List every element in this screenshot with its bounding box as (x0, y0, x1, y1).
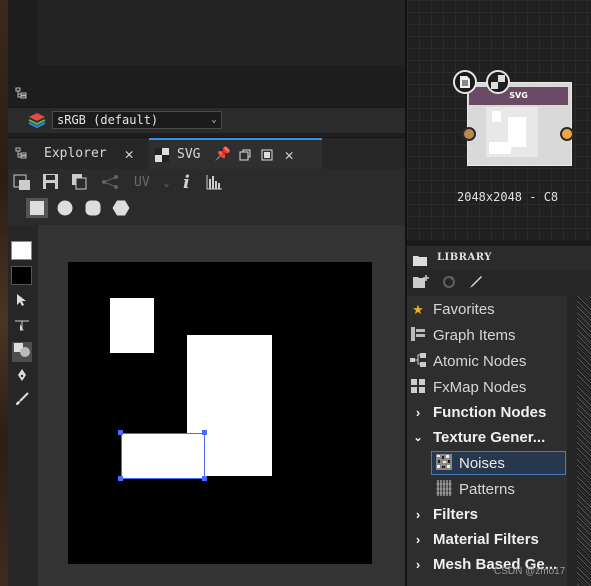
rounded-rect-tool-button[interactable] (82, 198, 104, 218)
pen-tool-icon[interactable] (12, 368, 32, 388)
foreground-color-swatch[interactable] (11, 241, 32, 260)
refresh-icon[interactable] (442, 275, 456, 293)
library-item-fxmap-nodes[interactable]: FxMap Nodes (408, 375, 526, 400)
explorer-content (38, 0, 405, 65)
star-icon: ★ (412, 301, 424, 317)
library-item-label: Filters (433, 506, 479, 523)
brush-tool-icon[interactable] (12, 392, 32, 412)
tab-svg-label: SVG (177, 147, 201, 162)
square-icon (30, 201, 44, 215)
uv-label: UV (134, 175, 150, 190)
library-item-label: Noises (459, 455, 505, 472)
select-arrow-icon[interactable] (12, 293, 32, 313)
library-item-label: Favorites (433, 301, 495, 318)
tab-explorer[interactable]: Explorer ✕ (36, 138, 148, 169)
atomic-nodes-icon (408, 353, 428, 370)
rectangle-tool-button[interactable] (26, 198, 48, 218)
library-item-favorites[interactable]: ★ Favorites (408, 297, 495, 322)
checker-icon (155, 147, 169, 162)
hexagon-icon (112, 200, 130, 216)
library-toolbar (407, 270, 591, 296)
svg-node-thumbnail (486, 107, 538, 157)
close-icon[interactable]: ✕ (285, 146, 294, 164)
library-item-material-filters[interactable]: › Material Filters (408, 527, 539, 552)
chevron-down-icon: ⌄ (163, 178, 170, 189)
library-item-label: FxMap Nodes (433, 379, 527, 396)
edit-pencil-icon[interactable] (469, 275, 483, 293)
tab-svg[interactable]: SVG 📌 ✕ (149, 138, 322, 169)
library-item-label: Material Filters (433, 531, 539, 548)
library-item-graph-items[interactable]: Graph Items (408, 323, 516, 348)
document-badge-icon (453, 70, 477, 94)
library-item-label: Function Nodes (433, 404, 547, 421)
library-item-label: Atomic Nodes (433, 353, 527, 370)
rounded-square-icon (85, 200, 101, 216)
patterns-icon (434, 480, 454, 499)
chevron-right-icon: › (415, 557, 421, 572)
library-item-texture-generators[interactable]: ⌄ Texture Gener... (408, 425, 545, 450)
tab-explorer-label: Explorer (44, 146, 107, 161)
library-title: LIBRARY (407, 246, 591, 270)
save-icon[interactable] (42, 173, 59, 194)
selection-handle[interactable] (202, 430, 207, 435)
new-document-icon[interactable] (13, 173, 31, 195)
app-window: sRGB (default) ⌄ Explorer ✕ SVG 📌 ✕ UV ⌄… (0, 0, 591, 586)
checker-badge-icon (486, 70, 510, 94)
library-item-label: Texture Gener... (433, 429, 546, 446)
copy-icon[interactable] (71, 173, 88, 194)
info-icon[interactable]: i (183, 172, 190, 193)
output-port[interactable] (560, 127, 574, 141)
svg-shape-small-rect[interactable] (110, 298, 154, 353)
circle-icon (57, 200, 73, 216)
library-item-label: Graph Items (433, 327, 516, 344)
svg-node-resolution: 2048x2048 - C8 (457, 190, 559, 204)
input-port[interactable] (462, 127, 476, 141)
ellipse-tool-button[interactable] (54, 198, 76, 218)
library-item-atomic-nodes[interactable]: Atomic Nodes (408, 349, 526, 374)
watermark: CSDN @zmo17 (494, 566, 566, 577)
add-folder-icon[interactable] (413, 275, 429, 293)
share-icon[interactable] (101, 174, 119, 194)
library-item-function-nodes[interactable]: › Function Nodes (408, 400, 547, 425)
selection-handle[interactable] (202, 476, 207, 481)
selection-handle[interactable] (118, 476, 123, 481)
chevron-right-icon: › (415, 405, 421, 420)
chevron-down-icon: ⌄ (210, 114, 217, 125)
library-item-noises[interactable]: Noises (434, 451, 505, 476)
svg-node-title: SVG (469, 87, 568, 105)
hierarchy-icon[interactable] (15, 87, 27, 99)
noise-preview-strip (577, 296, 591, 586)
hierarchy-icon[interactable] (15, 147, 27, 159)
pin-icon[interactable]: 📌 (214, 147, 230, 162)
polygon-tool-button[interactable] (110, 198, 132, 218)
library-item-filters[interactable]: › Filters (408, 502, 478, 527)
colorspace-dropdown[interactable]: sRGB (default) ⌄ (52, 111, 222, 129)
chevron-right-icon: › (415, 532, 421, 547)
shapes-tool-icon[interactable] (12, 342, 32, 362)
restore-icon[interactable] (239, 149, 251, 161)
chevron-down-icon: ⌄ (413, 432, 423, 444)
colorspace-value: sRGB (default) (57, 113, 159, 127)
background-color-swatch[interactable] (11, 266, 32, 285)
noise-icon (434, 454, 454, 473)
library-item-patterns[interactable]: Patterns (434, 477, 515, 502)
svg-shape-selected-rect[interactable] (121, 433, 205, 479)
background-edge (0, 0, 8, 586)
chevron-right-icon: › (415, 507, 421, 522)
histogram-icon[interactable] (206, 174, 223, 194)
library-scrollbar[interactable] (567, 296, 577, 586)
layers-icon[interactable] (28, 112, 46, 129)
graph-items-icon (408, 327, 428, 344)
folder-icon (413, 251, 427, 266)
direct-select-icon[interactable] (12, 318, 32, 338)
library-item-label: Patterns (459, 481, 515, 498)
fxmap-icon (408, 379, 428, 396)
uv-toggle[interactable]: UV ⌄ (134, 175, 170, 190)
selection-handle[interactable] (118, 430, 123, 435)
close-icon[interactable]: ✕ (125, 145, 134, 163)
maximize-icon[interactable] (261, 149, 273, 161)
